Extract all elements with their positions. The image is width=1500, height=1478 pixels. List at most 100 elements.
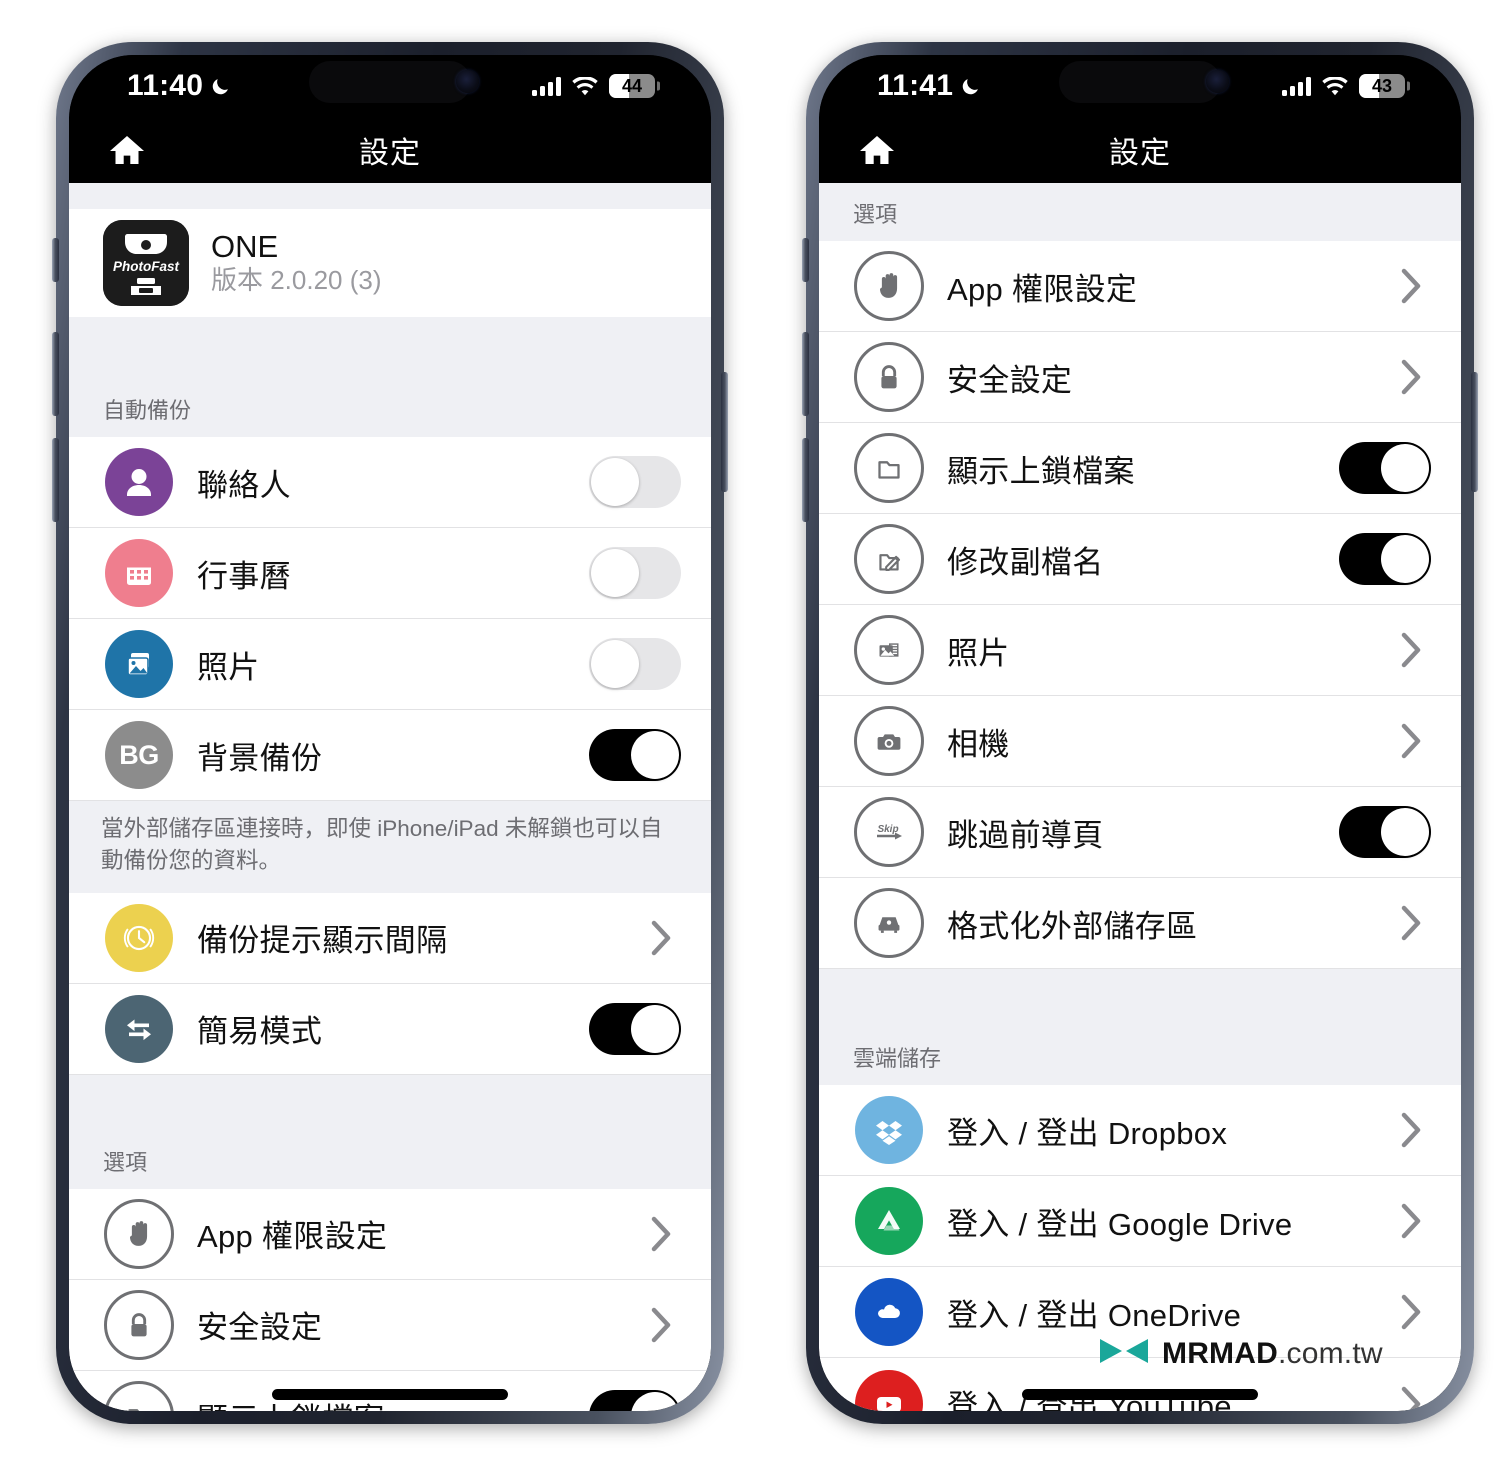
dynamic-island (309, 61, 471, 103)
crescent-moon-icon (210, 76, 231, 97)
chevron-right-icon (1401, 268, 1423, 304)
watermark-brand: MRMAD (1162, 1336, 1278, 1370)
onedrive-icon (853, 1276, 925, 1348)
chevron-right-icon (1401, 905, 1423, 941)
settings-list-right[interactable]: 選項 App 權限設定 安全設定 顯示上鎖檔案 修改副檔名 照片 相機 Skip… (819, 183, 1461, 1411)
app-version: 版本 2.0.20 (3) (211, 265, 382, 296)
settings-list[interactable]: PhotoFast ONE 版本 2.0.20 (3) 自動備份 聯絡人 行事曆… (69, 183, 711, 1411)
svg-text:PhotoFast: PhotoFast (113, 259, 180, 274)
row-label: 登入 / 登出 Google Drive (947, 1206, 1293, 1242)
lock-icon (103, 1289, 175, 1361)
power-button-right[interactable] (1471, 372, 1478, 492)
photos-toggle[interactable] (589, 638, 681, 690)
chevron-right-icon (1401, 359, 1423, 395)
row-app-permissions[interactable]: App 權限設定 (69, 1188, 711, 1280)
watermark: MRMAD.com.tw (1098, 1336, 1383, 1371)
home-indicator[interactable] (1022, 1389, 1258, 1400)
cellular-bars-icon (1282, 76, 1311, 96)
background-backup-toggle[interactable] (589, 729, 681, 781)
status-time: 11:40 (127, 69, 204, 102)
row-easy-mode[interactable]: 簡易模式 (69, 983, 711, 1075)
youtube-icon (853, 1368, 925, 1411)
status-indicators: 44 (532, 74, 655, 98)
chevron-right-icon (1401, 1203, 1423, 1239)
skip-intro-toggle[interactable] (1339, 806, 1431, 858)
list-top-gap (69, 183, 711, 209)
home-indicator[interactable] (272, 1389, 508, 1400)
background-backup-icon: BG (103, 719, 175, 791)
volume-up-button-right[interactable] (802, 332, 809, 416)
status-bar: 11:40 44 (69, 55, 711, 117)
row-calendar[interactable]: 行事曆 (69, 528, 711, 619)
row-label: 背景備份 (197, 740, 323, 776)
row-label: 相機 (947, 726, 1010, 762)
row-label: 照片 (947, 635, 1010, 671)
row-photos[interactable]: 照片 (819, 605, 1461, 696)
edit-extension-toggle[interactable] (1339, 533, 1431, 585)
clock-icon (103, 902, 175, 974)
row-background-backup[interactable]: BG 背景備份 (69, 710, 711, 801)
battery-indicator: 44 (609, 74, 655, 98)
row-show-locked-files[interactable]: 顯示上鎖檔案 (819, 423, 1461, 514)
silent-switch[interactable] (52, 238, 59, 282)
silent-switch-right[interactable] (802, 238, 809, 282)
chevron-right-icon (651, 1307, 673, 1343)
status-indicators-right: 43 (1282, 74, 1405, 98)
row-camera[interactable]: 相機 (819, 696, 1461, 787)
dropbox-icon (853, 1094, 925, 1166)
volume-down-button-right[interactable] (802, 438, 809, 522)
photofast-app-icon: PhotoFast (103, 220, 189, 306)
nav-bar: 設定 (69, 117, 711, 183)
page-title: 設定 (359, 137, 421, 170)
front-camera-icon (1206, 70, 1229, 93)
row-format-external-storage[interactable]: 格式化外部儲存區 (819, 878, 1461, 969)
row-backup-interval[interactable]: 備份提示顯示間隔 (69, 892, 711, 984)
section-header-auto-backup: 自動備份 (69, 379, 711, 437)
phone-left-screen: 11:40 44 設定 PhotoFast ONE 版本 2.0.20 (3) … (69, 55, 711, 1411)
row-label: 格式化外部儲存區 (947, 908, 1198, 944)
contacts-toggle[interactable] (589, 456, 681, 508)
chevron-right-icon (1401, 632, 1423, 668)
show-locked-files-toggle[interactable] (589, 1390, 681, 1411)
easy-mode-toggle[interactable] (589, 1002, 681, 1055)
photos-icon (103, 628, 175, 700)
easy-mode-icon (103, 993, 175, 1065)
row-app-permissions[interactable]: App 權限設定 (819, 241, 1461, 332)
home-icon[interactable] (107, 132, 147, 168)
calendar-toggle[interactable] (589, 547, 681, 599)
external-drive-icon (853, 887, 925, 959)
row-dropbox[interactable]: 登入 / 登出 Dropbox (819, 1085, 1461, 1176)
hand-icon (103, 1198, 175, 1270)
cellular-bars-icon (532, 76, 561, 96)
power-button[interactable] (721, 372, 728, 492)
home-icon[interactable] (857, 132, 897, 168)
section-header-cloud-storage: 雲端儲存 (819, 1027, 1461, 1085)
row-label: App 權限設定 (947, 271, 1138, 307)
page-title: 設定 (1109, 137, 1171, 170)
row-edit-extension[interactable]: 修改副檔名 (819, 514, 1461, 605)
front-camera-icon (456, 70, 479, 93)
chevron-right-icon (1401, 723, 1423, 759)
lock-icon (853, 341, 925, 413)
volume-down-button[interactable] (52, 438, 59, 522)
show-locked-files-toggle[interactable] (1339, 442, 1431, 494)
chevron-right-icon (1401, 1386, 1423, 1411)
app-name: ONE (211, 229, 279, 264)
battery-percent: 44 (621, 76, 643, 96)
camera-icon (853, 705, 925, 777)
phone-left: 11:40 44 設定 PhotoFast ONE 版本 2.0.20 (3) … (52, 42, 728, 1424)
row-google-drive[interactable]: 登入 / 登出 Google Drive (819, 1176, 1461, 1267)
row-label: 簡易模式 (197, 1014, 323, 1050)
nav-bar-right: 設定 (819, 117, 1461, 183)
row-photos[interactable]: 照片 (69, 619, 711, 710)
row-contacts[interactable]: 聯絡人 (69, 437, 711, 528)
volume-up-button[interactable] (52, 332, 59, 416)
wifi-icon (1322, 75, 1348, 96)
row-label: 登入 / 登出 OneDrive (947, 1297, 1242, 1333)
row-security-settings[interactable]: 安全設定 (819, 332, 1461, 423)
row-skip-intro[interactable]: Skip 跳過前導頁 (819, 787, 1461, 878)
app-info-text: ONE 版本 2.0.20 (3) (211, 229, 382, 296)
chevron-right-icon (651, 920, 673, 956)
row-security-settings[interactable]: 安全設定 (69, 1279, 711, 1371)
phone-right: 11:41 43 設定 選項 App 權限設定 安全設定 顯示上鎖檔案 修改副檔… (802, 42, 1478, 1424)
